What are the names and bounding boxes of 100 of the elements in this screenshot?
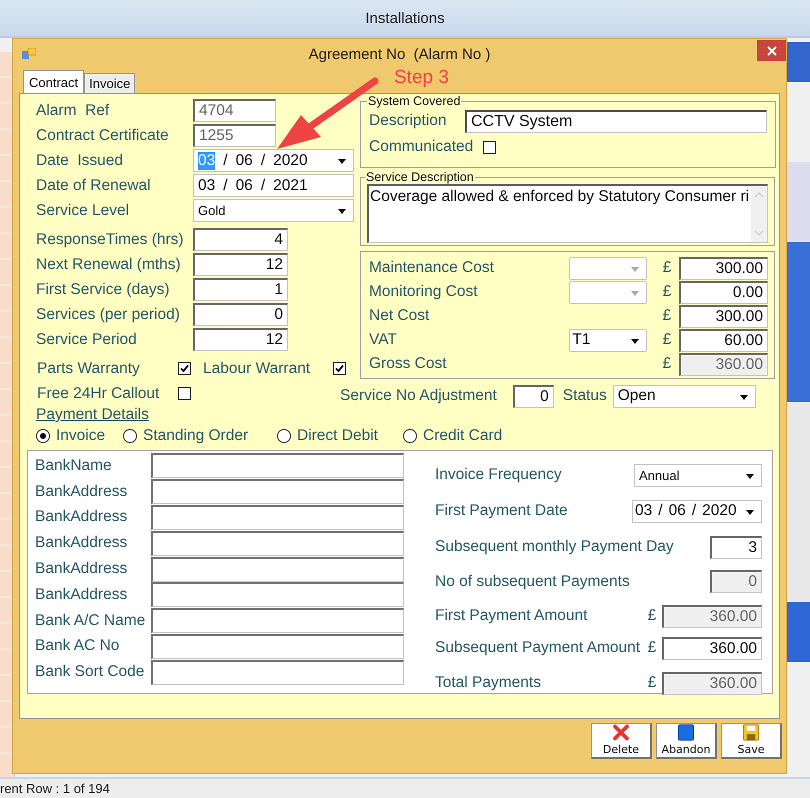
- app-icon: [22, 48, 36, 60]
- radio-label: Direct Debit: [297, 427, 378, 445]
- number-field[interactable]: 12: [193, 328, 288, 351]
- text-field[interactable]: [151, 479, 404, 504]
- field-label: BankAddress: [35, 482, 128, 501]
- delete-button[interactable]: Delete: [591, 723, 652, 759]
- amount-field[interactable]: 300.00: [678, 256, 768, 280]
- field-label: Bank Sort Code: [35, 663, 146, 682]
- checkbox[interactable]: [178, 387, 191, 400]
- group-title: System Covered: [367, 94, 462, 108]
- amount-field[interactable]: 360.00: [662, 636, 762, 660]
- field-label: No of subsequent Payments: [435, 572, 630, 590]
- text-field[interactable]: 4704: [193, 99, 276, 122]
- field-label: Contract Certificate: [36, 126, 170, 144]
- save-button[interactable]: Save: [721, 723, 782, 759]
- text-field[interactable]: [151, 634, 404, 659]
- date-field[interactable]: 03 / 06 / 2020: [193, 149, 354, 172]
- field-label: ResponseTimes (hrs): [36, 230, 185, 248]
- text-area[interactable]: Coverage allowed & enforced by Statutory Consumer ri: [367, 184, 768, 243]
- field-label: Monitoring Cost: [369, 283, 479, 301]
- date-field[interactable]: 03 / 06 / 2020: [632, 500, 762, 522]
- caret-icon: [746, 474, 754, 478]
- section-heading: Payment Details: [36, 406, 149, 424]
- text-field[interactable]: 1255: [193, 124, 276, 147]
- caret-icon: [631, 290, 640, 296]
- field-label: Next Renewal (mths): [36, 256, 182, 274]
- text-field[interactable]: [151, 504, 404, 530]
- cross-icon: [611, 724, 631, 741]
- abandon-button[interactable]: Abandon: [656, 723, 717, 759]
- date-field[interactable]: 03 / 06 / 2021: [193, 174, 354, 197]
- caret-icon: [631, 338, 640, 344]
- field-label: Date Issued: [36, 152, 124, 170]
- text-field[interactable]: [151, 582, 404, 608]
- field-label: Status: [562, 387, 607, 405]
- checkbox-label: Free 24Hr Callout: [37, 384, 160, 402]
- number-field[interactable]: 0: [193, 303, 288, 326]
- radio-label: Standing Order: [143, 427, 248, 445]
- checkbox[interactable]: [333, 362, 346, 375]
- dropdown[interactable]: Gold: [193, 199, 354, 222]
- field-label: Subsequent Payment Amount: [435, 639, 640, 657]
- caret-icon: [740, 394, 748, 400]
- dropdown[interactable]: Annual: [634, 464, 762, 486]
- amount-field[interactable]: 360.00: [662, 672, 762, 694]
- currency-symbol: £: [646, 674, 658, 692]
- group-title: Service Description: [365, 170, 475, 184]
- field-label: BankAddress: [35, 508, 128, 526]
- text-field[interactable]: [151, 530, 404, 556]
- close-button[interactable]: [757, 40, 786, 61]
- currency-symbol: £: [662, 331, 672, 349]
- amount-field[interactable]: 300.00: [678, 304, 768, 328]
- tab[interactable]: Contract: [23, 70, 84, 93]
- text-field[interactable]: CCTV System: [465, 110, 767, 132]
- field-label: Description: [369, 112, 448, 130]
- amount-field[interactable]: 360.00: [678, 352, 768, 376]
- radio-button[interactable]: [36, 429, 50, 443]
- field-label: BankAddress: [35, 560, 128, 578]
- number-field[interactable]: 0: [512, 384, 554, 408]
- field-label: First Payment Date: [435, 502, 568, 520]
- radio-button[interactable]: [277, 429, 291, 443]
- field-label: First Payment Amount: [435, 607, 588, 625]
- text-field[interactable]: [151, 453, 404, 478]
- number-field[interactable]: 1: [193, 278, 288, 301]
- field-label: Bank AC No: [35, 637, 120, 656]
- field-label: Services (per period): [36, 306, 181, 324]
- caret-icon: [746, 510, 754, 514]
- currency-symbol: £: [662, 283, 672, 301]
- field-label: Alarm Ref: [36, 102, 110, 120]
- number-field[interactable]: 0: [710, 570, 762, 593]
- caret-icon: [338, 159, 346, 164]
- dropdown[interactable]: Open: [612, 384, 756, 408]
- checkbox[interactable]: [483, 140, 496, 154]
- checkbox[interactable]: [178, 362, 191, 375]
- field-label: BankAddress: [35, 586, 128, 604]
- amount-field[interactable]: 360.00: [662, 604, 762, 628]
- dropdown[interactable]: T1: [569, 328, 648, 352]
- tab[interactable]: Invoice: [84, 73, 136, 93]
- text-field[interactable]: [151, 660, 404, 685]
- amount-field[interactable]: 0.00: [678, 280, 768, 304]
- text-field[interactable]: [151, 556, 404, 582]
- currency-symbol: £: [646, 639, 658, 657]
- radio-button[interactable]: [403, 429, 417, 443]
- number-field[interactable]: 3: [710, 536, 762, 558]
- close-icon: [766, 46, 776, 56]
- number-field[interactable]: 4: [193, 228, 288, 251]
- radio-button[interactable]: [123, 429, 137, 443]
- currency-symbol: £: [662, 259, 672, 277]
- field-label: Gross Cost: [369, 355, 448, 373]
- number-field[interactable]: 12: [193, 253, 288, 276]
- field-label: Service No Adjustment: [340, 387, 497, 405]
- radio-label: Credit Card: [423, 427, 502, 445]
- status-text: rent Row : 1 of 194: [0, 781, 110, 796]
- checkbox-label: Parts Warranty: [37, 360, 141, 378]
- currency-symbol: £: [662, 355, 672, 373]
- amount-field[interactable]: 60.00: [678, 328, 768, 352]
- checkbox-label: Labour Warrant: [203, 360, 312, 378]
- annotation-text: Step 3: [394, 67, 449, 89]
- field-label: Net Cost: [369, 307, 430, 325]
- text-field[interactable]: [151, 608, 404, 634]
- field-label: Subsequent monthly Payment Day: [435, 538, 674, 556]
- field-label: Service Period: [36, 330, 138, 348]
